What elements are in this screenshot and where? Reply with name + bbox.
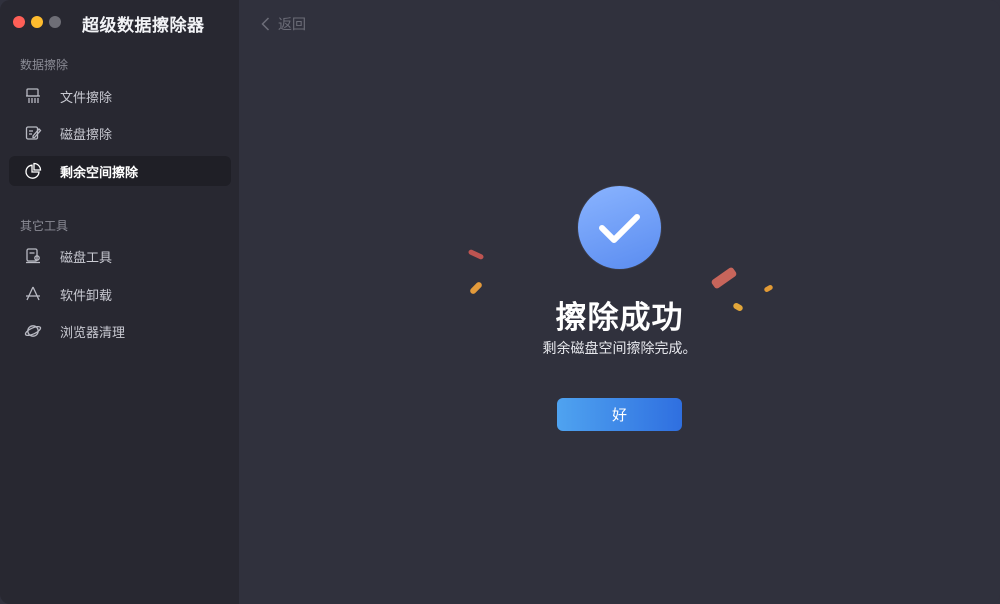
sidebar: 超级数据擦除器 数据擦除 文件擦除 磁盘擦除 剩余空间擦除 其它工具 磁盘工具 … (0, 0, 239, 604)
success-check-icon (578, 186, 661, 269)
pie-chart-icon (24, 162, 42, 180)
chevron-left-icon (261, 17, 270, 31)
success-title: 擦除成功 (555, 300, 684, 336)
sidebar-item-browser-clean[interactable]: 浏览器清理 (9, 316, 231, 346)
main-content: 返回 擦除成功 剩余磁盘空间擦除完成。 好 (239, 0, 1000, 604)
disk-edit-icon (24, 124, 42, 142)
minimize-window-button[interactable] (31, 16, 43, 28)
sidebar-item-disk-tools[interactable]: 磁盘工具 (9, 241, 231, 271)
planet-icon (24, 322, 42, 340)
close-window-button[interactable] (13, 16, 25, 28)
sidebar-item-label: 磁盘工具 (60, 250, 113, 266)
window-controls (13, 16, 61, 28)
sidebar-item-free-space-erase[interactable]: 剩余空间擦除 (9, 156, 231, 186)
back-button[interactable]: 返回 (261, 14, 306, 34)
sidebar-item-file-erase[interactable]: 文件擦除 (9, 81, 231, 111)
ok-button[interactable]: 好 (557, 398, 682, 431)
section-title-data-erase: 数据擦除 (20, 58, 69, 72)
success-subtitle: 剩余磁盘空间擦除完成。 (542, 341, 697, 357)
section-title-other-tools: 其它工具 (20, 219, 69, 233)
sidebar-item-label: 磁盘擦除 (60, 127, 113, 143)
confetti-piece (467, 248, 485, 261)
sidebar-item-label: 软件卸载 (60, 288, 113, 304)
sidebar-item-label: 剩余空间擦除 (60, 165, 139, 181)
zoom-window-button[interactable] (49, 16, 61, 28)
sidebar-item-label: 浏览器清理 (60, 325, 126, 341)
app-window: 超级数据擦除器 数据擦除 文件擦除 磁盘擦除 剩余空间擦除 其它工具 磁盘工具 … (0, 0, 1000, 604)
sidebar-item-disk-erase[interactable]: 磁盘擦除 (9, 118, 231, 148)
back-label: 返回 (278, 17, 306, 33)
app-store-icon (24, 285, 42, 303)
sidebar-item-app-uninstall[interactable]: 软件卸载 (9, 279, 231, 309)
sidebar-item-label: 文件擦除 (60, 90, 113, 106)
app-title: 超级数据擦除器 (82, 16, 205, 36)
shredder-icon (24, 87, 42, 105)
confetti-piece (710, 266, 738, 290)
disk-tool-icon (24, 247, 42, 265)
